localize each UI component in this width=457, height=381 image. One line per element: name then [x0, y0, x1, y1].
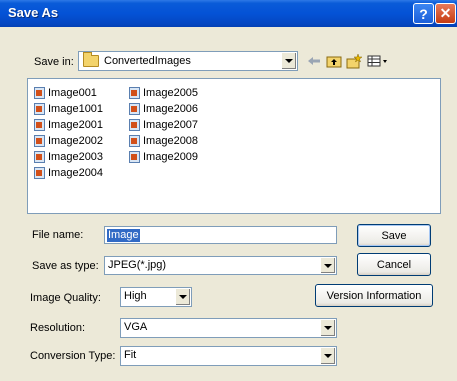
- save-as-dialog: Save As ? ✕ Save in: ConvertedImages Ima…: [0, 0, 457, 381]
- save-as-type-label: Save as type:: [32, 260, 99, 272]
- resolution-value: VGA: [124, 321, 148, 333]
- file-name-input[interactable]: [105, 227, 336, 243]
- image-file-icon: [34, 167, 45, 179]
- list-item[interactable]: Image2003: [34, 149, 103, 165]
- save-as-type-value: JPEG(*.jpg): [108, 259, 167, 271]
- up-folder-icon[interactable]: [326, 53, 342, 69]
- list-item[interactable]: Image2006: [129, 101, 198, 117]
- list-item[interactable]: Image2007: [129, 117, 198, 133]
- window-title: Save As: [8, 5, 59, 20]
- new-folder-icon[interactable]: [346, 53, 362, 69]
- chevron-down-icon[interactable]: [175, 289, 190, 305]
- chevron-down-icon[interactable]: [320, 320, 335, 336]
- image-quality-dropdown[interactable]: High: [120, 287, 192, 307]
- image-file-icon: [34, 119, 45, 131]
- save-in-dropdown[interactable]: ConvertedImages: [78, 51, 298, 71]
- image-file-icon: [34, 103, 45, 115]
- chevron-down-icon[interactable]: [281, 53, 296, 69]
- save-in-value: ConvertedImages: [104, 55, 191, 67]
- image-file-icon: [129, 135, 140, 147]
- conversion-type-dropdown[interactable]: Fit: [120, 346, 337, 366]
- image-file-icon: [129, 103, 140, 115]
- list-item[interactable]: Image2009: [129, 149, 198, 165]
- file-list[interactable]: Image001 Image1001 Image2001 Image2002 I…: [27, 78, 441, 214]
- list-item[interactable]: Image001: [34, 85, 97, 101]
- chevron-down-icon[interactable]: [320, 348, 335, 364]
- help-icon: ?: [419, 5, 428, 22]
- image-quality-value: High: [124, 290, 147, 302]
- image-file-icon: [34, 151, 45, 163]
- list-item[interactable]: Image2001: [34, 117, 103, 133]
- version-information-button[interactable]: Version Information: [315, 284, 433, 307]
- image-file-icon: [129, 151, 140, 163]
- close-icon: ✕: [439, 5, 452, 21]
- title-bar[interactable]: Save As ? ✕: [0, 0, 457, 27]
- image-file-icon: [129, 119, 140, 131]
- list-item[interactable]: Image2005: [129, 85, 198, 101]
- file-name-label: File name:: [32, 229, 84, 241]
- help-button[interactable]: ?: [413, 3, 434, 24]
- image-file-icon: [34, 87, 45, 99]
- list-item[interactable]: Image1001: [34, 101, 103, 117]
- views-menu-icon[interactable]: [366, 53, 390, 69]
- resolution-label: Resolution:: [30, 322, 86, 334]
- conversion-type-label: Conversion Type:: [30, 350, 116, 362]
- conversion-type-value: Fit: [124, 349, 137, 361]
- cancel-button[interactable]: Cancel: [357, 253, 431, 276]
- chevron-down-icon[interactable]: [320, 258, 335, 273]
- image-file-icon: [34, 135, 45, 147]
- folder-icon: [83, 52, 99, 67]
- save-button[interactable]: Save: [357, 224, 431, 247]
- list-item[interactable]: Image2008: [129, 133, 198, 149]
- back-arrow-icon[interactable]: [306, 53, 322, 69]
- close-button[interactable]: ✕: [435, 3, 456, 24]
- image-file-icon: [129, 87, 140, 99]
- save-as-type-dropdown[interactable]: JPEG(*.jpg): [104, 256, 337, 275]
- image-quality-label: Image Quality:: [30, 292, 101, 304]
- file-name-field[interactable]: Image: [104, 226, 337, 244]
- save-in-label: Save in:: [34, 56, 74, 68]
- list-item[interactable]: Image2002: [34, 133, 103, 149]
- list-item[interactable]: Image2004: [34, 165, 103, 181]
- resolution-dropdown[interactable]: VGA: [120, 318, 337, 338]
